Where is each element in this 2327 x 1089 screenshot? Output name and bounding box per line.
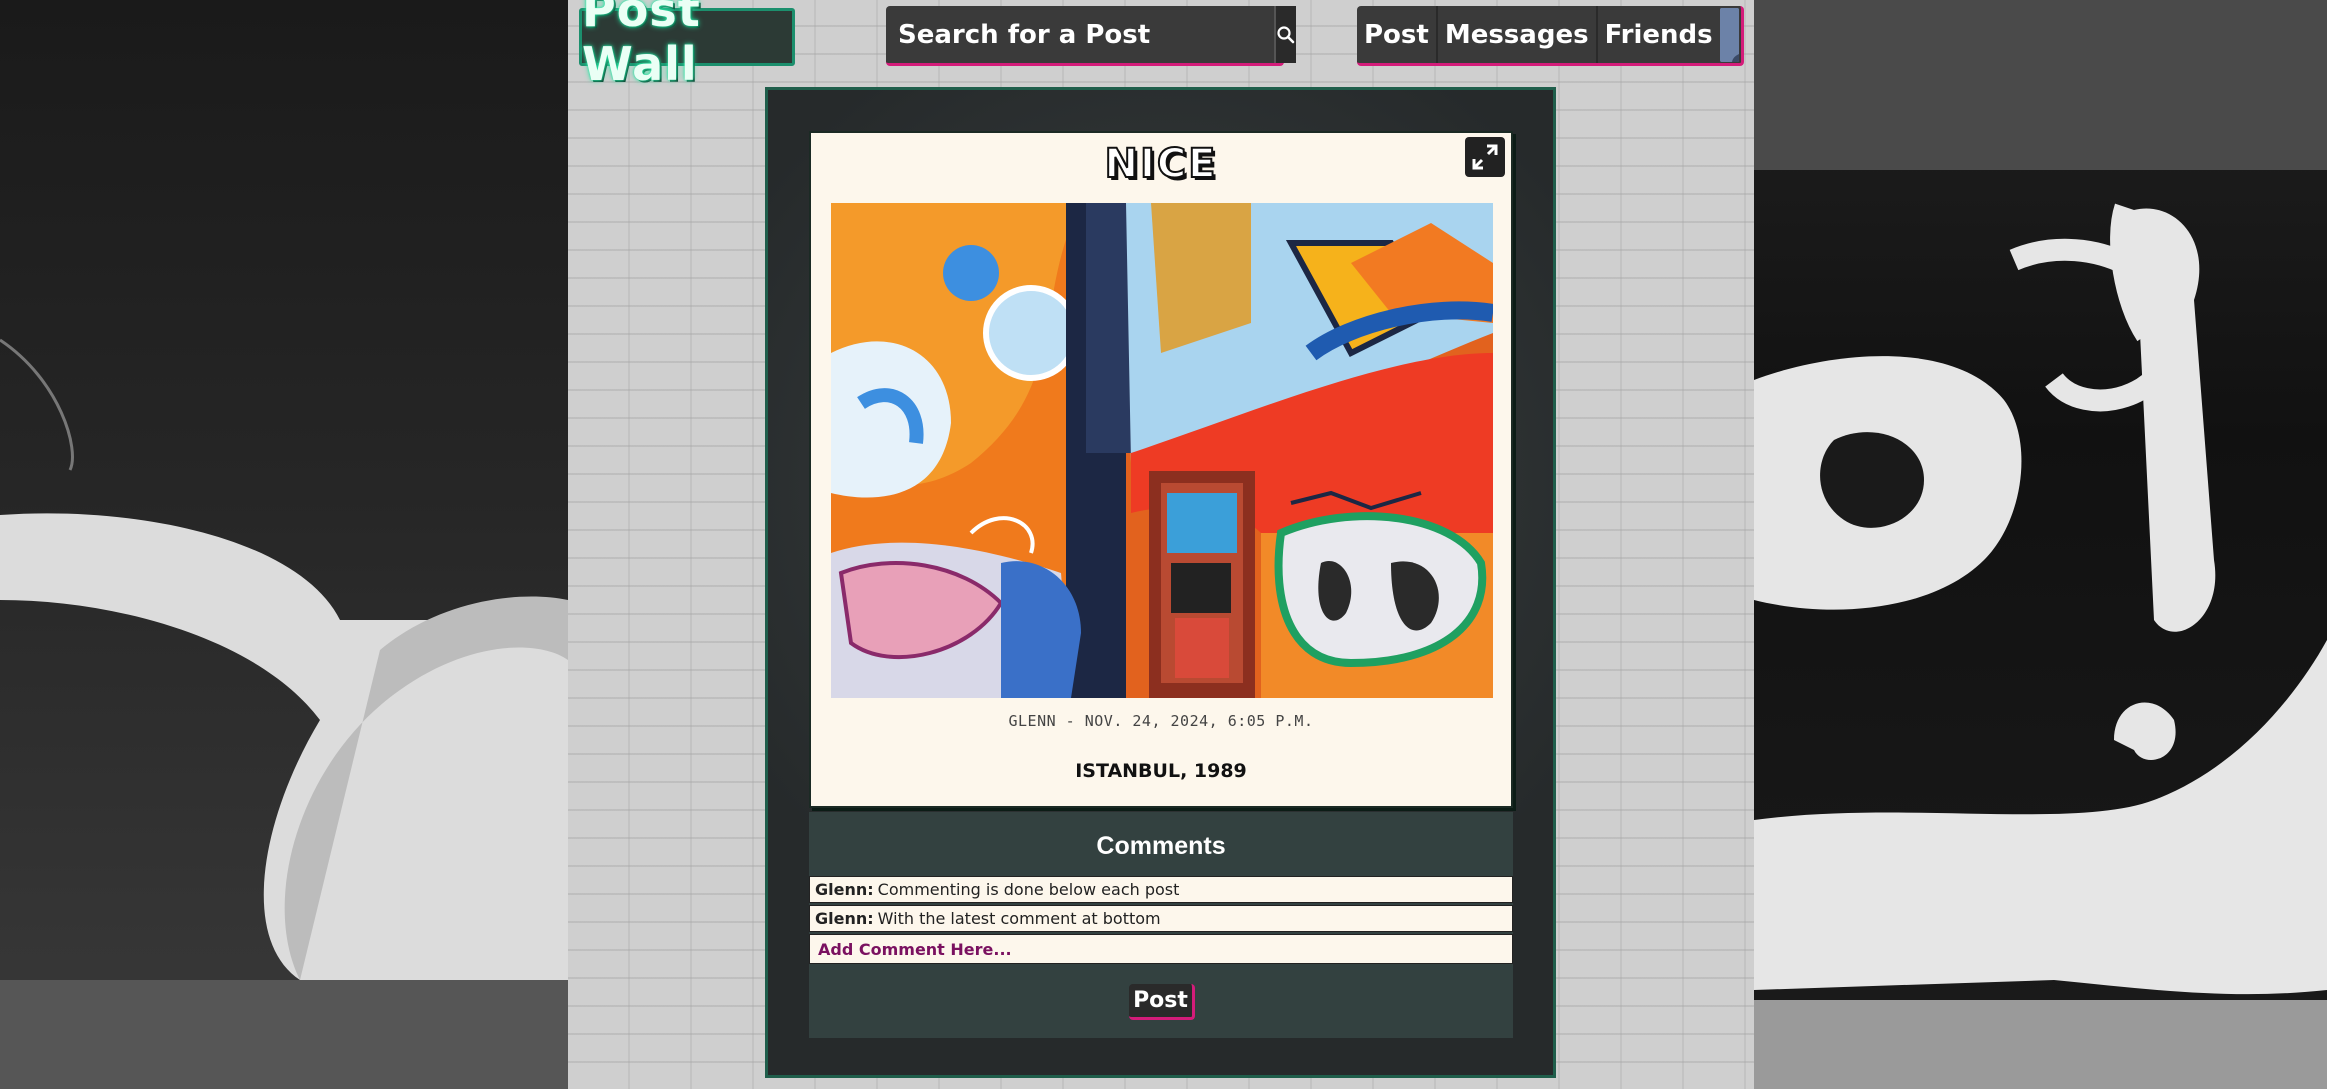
nav-friends[interactable]: Friends xyxy=(1595,6,1720,63)
post-caption: ISTANBUL, 1989 xyxy=(1075,760,1247,782)
expand-icon xyxy=(1472,144,1498,170)
search-input[interactable] xyxy=(886,6,1274,63)
comment-author: Glenn: xyxy=(815,909,874,928)
post-meta: GLENN - NOV. 24, 2024, 6:05 P.M. xyxy=(1008,712,1314,730)
comment-text: With the latest comment at bottom xyxy=(877,909,1161,928)
comment-item: Glenn: Commenting is done below each pos… xyxy=(809,876,1513,903)
nav-post[interactable]: Post xyxy=(1357,6,1436,63)
comment-text: Commenting is done below each post xyxy=(877,880,1180,899)
comment-item: Glenn: With the latest comment at bottom xyxy=(809,905,1513,932)
nav-messages[interactable]: Messages xyxy=(1435,6,1596,63)
site-logo[interactable]: Post Wall xyxy=(579,0,795,91)
search-button[interactable] xyxy=(1274,6,1296,63)
add-comment-input[interactable] xyxy=(809,934,1513,964)
comments-heading: Comments xyxy=(1096,832,1226,860)
logo-text: Post Wall xyxy=(582,0,701,91)
avatar[interactable] xyxy=(1719,7,1739,62)
post-comment-button[interactable]: Post xyxy=(1129,984,1195,1020)
comment-author: Glenn: xyxy=(815,880,874,899)
post-card: NICE GLENN - NOV. 24, 2024, 6:05 P.M. IS… xyxy=(809,131,1513,808)
search-bar xyxy=(886,6,1296,66)
comments-section: Comments Glenn: Commenting is done below… xyxy=(809,812,1513,1038)
background-left-graffiti xyxy=(0,0,568,1089)
expand-button[interactable] xyxy=(1465,137,1505,177)
background-right-graffiti xyxy=(1754,0,2327,1089)
search-icon xyxy=(1277,25,1295,43)
post-image[interactable] xyxy=(831,203,1493,698)
profile-photo xyxy=(1719,7,1739,62)
main-nav: Post Messages Friends xyxy=(1357,6,1744,66)
post-title: NICE xyxy=(1103,140,1218,188)
